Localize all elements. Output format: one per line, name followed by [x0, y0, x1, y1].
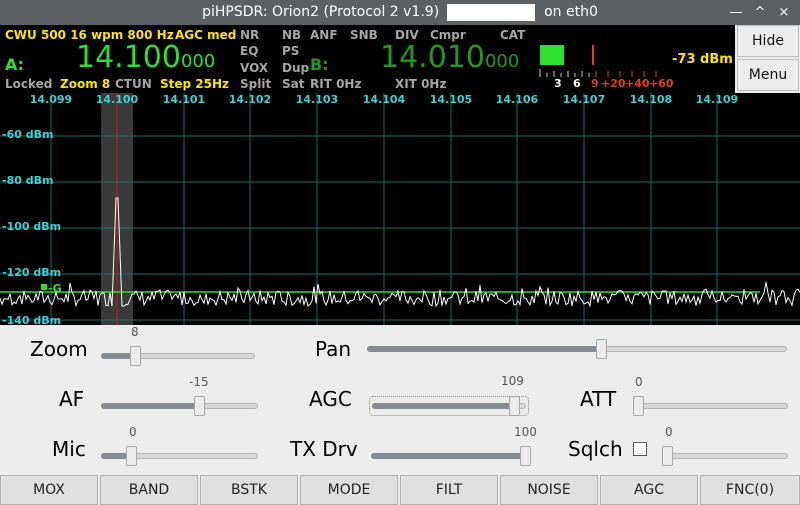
flag-nr: NR: [240, 28, 260, 42]
s-meter-label-9: 9: [591, 77, 599, 90]
flag-dup: Dup: [282, 61, 310, 75]
dbm-label: -100 dBm: [2, 220, 61, 233]
s-meter-label-60: +60: [649, 77, 674, 90]
freq-tick: 14.106: [496, 93, 539, 106]
txdrv-slider[interactable]: [371, 446, 531, 466]
sqlch-checkbox[interactable]: [633, 442, 647, 456]
status-panel[interactable]: CWU 500 16 wpm 800 Hz AGC med A: 14.1000…: [0, 25, 735, 93]
s-meter-label-20: +20: [601, 77, 626, 90]
zoom-slider[interactable]: [101, 346, 255, 366]
agc-label: AGC: [309, 387, 352, 411]
vfo-a-label: A:: [5, 55, 25, 74]
freq-tick: 14.104: [363, 93, 406, 106]
pan-slider[interactable]: [367, 339, 787, 359]
window-title-suffix: on eth0: [544, 4, 598, 20]
freq-tick: 14.109: [696, 93, 738, 106]
freq-tick: 14.105: [430, 93, 472, 106]
sqlch-value: 0: [665, 425, 673, 439]
freq-tick: 14.108: [630, 93, 672, 106]
flag-vox: VOX: [240, 61, 269, 75]
s-meter-peak: [592, 45, 594, 65]
flag-eq: EQ: [240, 44, 259, 58]
ctun-status: CTUN: [115, 77, 152, 91]
s-meter-label-6: 6: [573, 77, 581, 90]
txdrv-value: 100: [514, 425, 537, 439]
step-status: Step 25Hz: [160, 77, 230, 91]
marker-label: -G: [48, 282, 62, 295]
maximize-button[interactable]: ^: [748, 0, 772, 25]
flag-ps: PS: [282, 44, 300, 58]
vfo-a-main: 14.100: [76, 40, 181, 75]
panadapter[interactable]: -G 14.099 14.100 14.101 14.102 14.103 14…: [0, 93, 800, 325]
freq-tick: 14.100: [96, 93, 139, 106]
txdrv-label: TX Drv: [290, 437, 358, 461]
vfo-b-frequency[interactable]: 14.010000: [380, 40, 519, 75]
hide-button[interactable]: Hide: [737, 25, 799, 57]
dbm-label: -120 dBm: [2, 266, 61, 279]
mic-label: Mic: [52, 437, 86, 461]
flag-split: Split: [240, 77, 272, 91]
mode-button[interactable]: MODE: [300, 475, 398, 505]
vfo-a-frequency[interactable]: 14.100000: [76, 40, 215, 75]
fnc-button[interactable]: FNC(0): [700, 475, 800, 505]
agc-slider[interactable]: [369, 396, 529, 416]
flag-snb: SNB: [350, 28, 378, 42]
freq-tick: 14.101: [163, 93, 205, 106]
vfo-b-main: 14.010: [380, 40, 485, 75]
noise-button[interactable]: NOISE: [500, 475, 598, 505]
dbm-label: -80 dBm: [2, 174, 53, 187]
locked-status: Locked: [5, 77, 53, 91]
title-bar: piHPSDR: Orion2 (Protocol 2 v1.9) on eth…: [0, 0, 800, 25]
zoom-value: 8: [131, 325, 139, 339]
freq-tick: 14.107: [563, 93, 605, 106]
freq-tick: 14.103: [296, 93, 338, 106]
sqlch-label: Sqlch: [568, 437, 623, 461]
panadapter-graph[interactable]: -G 14.099 14.100 14.101 14.102 14.103 14…: [0, 93, 800, 325]
zoom-label: Zoom: [30, 337, 88, 361]
mox-button[interactable]: MOX: [0, 475, 98, 505]
mic-value: 0: [129, 425, 137, 439]
s-meter-bar: [540, 45, 594, 65]
marker-square: [41, 284, 47, 290]
pan-label: Pan: [315, 337, 352, 361]
vfo-b-sub: 000: [484, 51, 520, 72]
rit-status: RIT 0Hz: [310, 77, 362, 91]
vfo-b-label: B:: [310, 55, 329, 74]
flag-nb: NB: [282, 28, 302, 42]
agc-button[interactable]: AGC: [600, 475, 698, 505]
s-meter-label-3: 3: [554, 77, 562, 90]
dbm-label: -60 dBm: [2, 128, 53, 141]
flag-anf: ANF: [310, 28, 338, 42]
freq-tick: 14.099: [30, 93, 72, 106]
xit-status: XIT 0Hz: [395, 77, 447, 91]
att-label: ATT: [580, 387, 617, 411]
mic-slider[interactable]: [101, 446, 258, 466]
af-value: -15: [189, 375, 209, 389]
af-slider[interactable]: [101, 396, 258, 416]
filt-button[interactable]: FILT: [400, 475, 498, 505]
dbm-label: -140 dBm: [2, 314, 61, 325]
s-meter-fill: [540, 45, 565, 65]
close-button[interactable]: ×: [772, 0, 796, 25]
bstk-button[interactable]: BSTK: [200, 475, 298, 505]
sqlch-slider[interactable]: [662, 446, 788, 466]
vfo-a-sub: 000: [180, 51, 216, 72]
freq-tick: 14.102: [229, 93, 271, 106]
menu-button[interactable]: Menu: [737, 59, 799, 91]
att-value: 0: [635, 375, 643, 389]
agc-value: 109: [501, 374, 524, 388]
zoom-status: Zoom 8: [60, 77, 111, 91]
s-meter-label-40: +40: [625, 77, 650, 90]
window-title-text: piHPSDR: Orion2 (Protocol 2 v1.9): [202, 4, 440, 20]
redacted-box: [447, 4, 535, 21]
minimize-button[interactable]: —: [724, 0, 748, 25]
att-slider[interactable]: [633, 396, 788, 416]
signal-level: -73 dBm: [672, 52, 733, 67]
band-button[interactable]: BAND: [100, 475, 198, 505]
af-label: AF: [59, 387, 85, 411]
window-title: piHPSDR: Orion2 (Protocol 2 v1.9) on eth…: [0, 0, 800, 25]
flag-sat: Sat: [282, 77, 305, 91]
